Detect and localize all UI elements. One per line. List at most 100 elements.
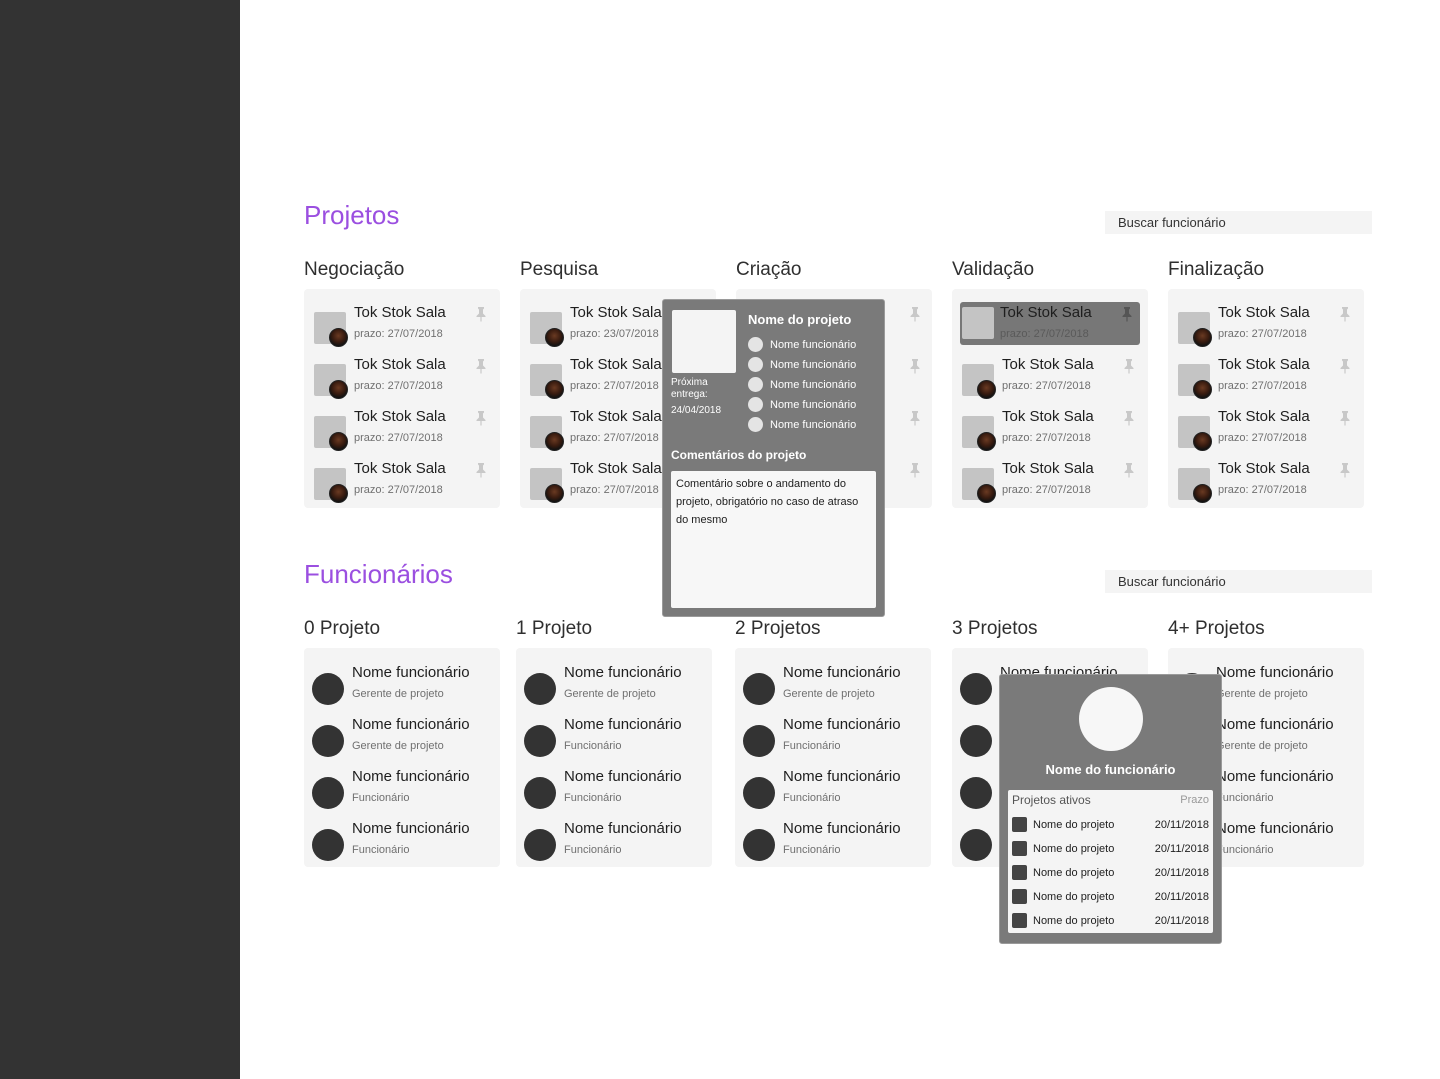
employee-card[interactable]: Nome funcionário Gerente de projeto	[524, 664, 706, 708]
project-deadline: prazo: 27/07/2018	[1002, 432, 1091, 444]
project-card[interactable]: Tok Stok Sala prazo: 27/07/2018	[960, 354, 1142, 399]
employee-card[interactable]: Nome funcionário Funcionário	[524, 820, 706, 864]
employee-avatar	[743, 777, 775, 809]
pin-icon[interactable]	[1120, 306, 1134, 322]
employee-name: Nome funcionário	[564, 768, 682, 785]
employee-column-card: Nome funcionário Gerente de projeto Nome f…	[516, 648, 712, 867]
employee-role: Funcionário	[564, 792, 622, 804]
project-card[interactable]: Tok Stok Sala prazo: 27/07/2018	[960, 406, 1142, 451]
deadline-header: Prazo	[1180, 794, 1209, 806]
employee-name: Nome funcionário	[1216, 768, 1334, 785]
active-project-row[interactable]: Nome do projeto 20/11/2018	[1012, 913, 1209, 929]
active-project-row[interactable]: Nome do projeto 20/11/2018	[1012, 817, 1209, 833]
pin-icon[interactable]	[1122, 358, 1136, 374]
employee-card[interactable]: Nome funcionário Funcionário	[312, 768, 494, 812]
project-card[interactable]: Tok Stok Sala prazo: 27/07/2018	[960, 302, 1140, 345]
employee-name: Nome funcionário	[783, 768, 901, 785]
owner-avatar	[545, 484, 564, 503]
projects-title: Projetos	[304, 200, 400, 230]
project-comment-textarea[interactable]: Comentário sobre o andamento do projeto,…	[671, 471, 876, 608]
pin-icon[interactable]	[1338, 306, 1352, 322]
employee-name: Nome funcionário	[1216, 664, 1334, 681]
project-card[interactable]: Tok Stok Sala prazo: 27/07/2018	[312, 354, 494, 399]
pin-icon[interactable]	[474, 462, 488, 478]
employee-avatar	[748, 397, 763, 412]
owner-avatar	[977, 432, 996, 451]
owner-avatar	[1193, 484, 1212, 503]
owner-avatar	[1193, 432, 1212, 451]
employee-name: Nome funcionário	[783, 820, 901, 837]
owner-avatar	[329, 328, 348, 347]
pin-icon[interactable]	[1338, 358, 1352, 374]
project-card[interactable]: Tok Stok Sala prazo: 27/07/2018	[312, 302, 494, 347]
employee-role: Gerente de projeto	[352, 688, 444, 700]
active-project-row[interactable]: Nome do projeto 20/11/2018	[1012, 889, 1209, 905]
pin-icon[interactable]	[474, 358, 488, 374]
employee-card[interactable]: Nome funcionário Funcionário	[524, 768, 706, 812]
employee-column-title: 1 Projeto	[516, 618, 593, 639]
employee-avatar	[748, 417, 763, 432]
employee-role: Gerente de projeto	[783, 688, 875, 700]
employee-column-card: Nome funcionário Gerente de projeto Nome f…	[304, 648, 500, 867]
employee-avatar	[960, 673, 992, 705]
pin-icon[interactable]	[908, 306, 922, 322]
projects-search-input[interactable]: Buscar funcionário	[1105, 211, 1372, 234]
project-deadline: prazo: 27/07/2018	[1218, 432, 1307, 444]
project-card[interactable]: Tok Stok Sala prazo: 27/07/2018	[1176, 458, 1358, 503]
active-project-row[interactable]: Nome do projeto 20/11/2018	[1012, 841, 1209, 857]
employee-avatar	[312, 829, 344, 861]
project-name: Nome do projeto	[1033, 867, 1115, 879]
project-deadline: prazo: 27/07/2018	[1218, 328, 1307, 340]
employee-card[interactable]: Nome funcionário Funcionário	[524, 716, 706, 760]
pin-icon[interactable]	[1122, 410, 1136, 426]
employee-name: Nome funcionário	[352, 716, 470, 733]
project-deadline: prazo: 27/07/2018	[1218, 380, 1307, 392]
employee-card[interactable]: Nome funcionário Funcionário	[743, 820, 925, 864]
employee-avatar	[743, 829, 775, 861]
project-deadline: prazo: 27/07/2018	[354, 484, 443, 496]
employee-avatar	[748, 337, 763, 352]
employee-card[interactable]: Nome funcionário Funcionário	[743, 716, 925, 760]
project-name: Tok Stok Sala	[1218, 408, 1310, 425]
employee-name: Nome funcionário	[783, 716, 901, 733]
employee-card[interactable]: Nome funcionário Funcionário	[743, 768, 925, 812]
project-card[interactable]: Tok Stok Sala prazo: 27/07/2018	[312, 458, 494, 503]
employee-card[interactable]: Nome funcionário Funcionário	[312, 820, 494, 864]
pin-icon[interactable]	[908, 462, 922, 478]
owner-avatar	[977, 380, 996, 399]
employee-name: Nome funcionário	[770, 359, 857, 371]
pin-icon[interactable]	[908, 358, 922, 374]
project-column-card: Tok Stok Sala prazo: 27/07/2018 Tok Stok S…	[1168, 289, 1364, 508]
employee-role: Funcionário	[564, 844, 622, 856]
pin-icon[interactable]	[474, 306, 488, 322]
pin-icon[interactable]	[1338, 462, 1352, 478]
project-card[interactable]: Tok Stok Sala prazo: 27/07/2018	[1176, 302, 1358, 347]
project-deadline: 20/11/2018	[1154, 891, 1209, 903]
employee-name: Nome funcionário	[352, 664, 470, 681]
project-card[interactable]: Tok Stok Sala prazo: 27/07/2018	[312, 406, 494, 451]
pin-icon[interactable]	[1122, 462, 1136, 478]
employee-avatar	[743, 673, 775, 705]
employee-card[interactable]: Nome funcionário Gerente de projeto	[312, 664, 494, 708]
project-deadline: prazo: 27/07/2018	[570, 432, 659, 444]
employee-name: Nome funcionário	[770, 399, 857, 411]
employee-avatar	[960, 829, 992, 861]
pin-icon[interactable]	[1338, 410, 1352, 426]
employee-name: Nome funcionário	[352, 820, 470, 837]
pin-icon[interactable]	[474, 410, 488, 426]
project-thumbnail	[1012, 913, 1027, 928]
active-project-row[interactable]: Nome do projeto 20/11/2018	[1012, 865, 1209, 881]
employee-card[interactable]: Nome funcionário Gerente de projeto	[743, 664, 925, 708]
pin-icon[interactable]	[908, 410, 922, 426]
project-card[interactable]: Tok Stok Sala prazo: 27/07/2018	[960, 458, 1142, 503]
employee-name: Nome funcionário	[783, 664, 901, 681]
project-name: Tok Stok Sala	[354, 304, 446, 321]
project-name: Tok Stok Sala	[1218, 304, 1310, 321]
project-card[interactable]: Tok Stok Sala prazo: 27/07/2018	[1176, 354, 1358, 399]
employees-title: Funcionários	[304, 559, 453, 589]
project-card[interactable]: Tok Stok Sala prazo: 27/07/2018	[1176, 406, 1358, 451]
employee-avatar	[524, 673, 556, 705]
project-name: Tok Stok Sala	[570, 304, 662, 321]
employees-search-input[interactable]: Buscar funcionário	[1105, 570, 1372, 593]
employee-card[interactable]: Nome funcionário Gerente de projeto	[312, 716, 494, 760]
